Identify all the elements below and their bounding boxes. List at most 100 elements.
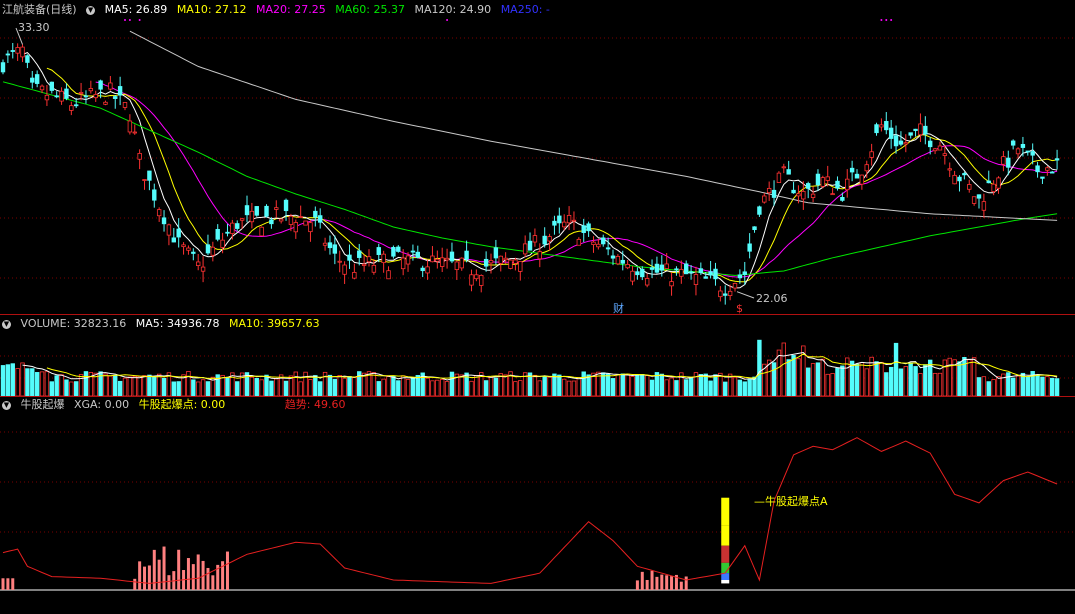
candle: [342, 264, 347, 275]
xga-bar: [679, 581, 683, 590]
volume-bar: [176, 381, 181, 397]
volume-bar: [64, 379, 69, 397]
candle: [835, 180, 840, 189]
volume-bar: [810, 363, 816, 397]
volume-bar: [893, 342, 899, 397]
xga-bar: [186, 558, 190, 590]
candle: [674, 268, 679, 271]
volume-bar: [249, 376, 255, 397]
volume-bar: [981, 376, 987, 397]
candle: [967, 184, 972, 190]
volume-bar: [5, 364, 11, 397]
finance-event-marker[interactable]: 财: [613, 301, 630, 317]
candle: [1025, 150, 1030, 153]
candle: [405, 255, 411, 265]
candle: [601, 237, 606, 245]
xga-bar: [1, 578, 5, 590]
candle: [918, 123, 923, 136]
volume-bar: [703, 373, 708, 397]
candle: [376, 247, 381, 255]
candle: [596, 243, 601, 248]
candle: [1030, 151, 1035, 156]
xga-bar: [211, 575, 215, 590]
volume-bar: [947, 357, 952, 397]
collapse-icon[interactable]: ▼: [86, 5, 96, 15]
candle: [454, 261, 460, 270]
volume-bar: [235, 381, 240, 397]
candle: [108, 82, 113, 90]
price-legend: 江航装备(日线) ▼ MA5: 26.89 MA10: 27.12 MA20: …: [2, 2, 556, 18]
volume-bar: [415, 375, 420, 397]
candle: [215, 229, 220, 240]
high-price-label: 33.30: [18, 21, 50, 34]
candle: [361, 263, 367, 266]
candle: [1035, 165, 1040, 173]
candle: [825, 176, 830, 181]
volume-bar: [113, 374, 118, 397]
candle: [688, 271, 694, 274]
candle: [986, 180, 991, 184]
volume-bar: [562, 378, 567, 397]
candle: [49, 81, 54, 91]
xga-bar: [665, 575, 669, 590]
signal-bar: [721, 562, 730, 574]
candle: [200, 266, 206, 272]
candle: [239, 218, 245, 221]
collapse-icon[interactable]: ▼: [2, 400, 11, 410]
candle: [0, 62, 6, 73]
candle: [913, 128, 918, 131]
stock-chart[interactable]: [0, 0, 1075, 614]
xga-bar: [191, 564, 195, 590]
candle: [898, 140, 904, 145]
volume-bar: [747, 379, 752, 397]
point-label: 牛股起爆点: 0.00: [138, 398, 226, 411]
candle: [10, 50, 15, 52]
volume-bar: [161, 377, 167, 397]
candle: [923, 125, 928, 135]
candle: [527, 240, 533, 251]
xga-bar: [147, 565, 151, 590]
indicator-name: 牛股起爆: [20, 398, 65, 411]
volume-bar: [513, 381, 518, 397]
candle: [269, 219, 274, 225]
candle: [113, 96, 118, 99]
volume-bar: [430, 380, 435, 397]
candle: [459, 257, 464, 269]
candle: [137, 153, 142, 160]
volume-bar: [108, 375, 113, 397]
candle: [791, 189, 796, 194]
candle: [186, 247, 191, 251]
volume-bar: [644, 375, 650, 397]
volume-bar: [405, 379, 411, 397]
candle: [225, 231, 230, 234]
candle: [503, 257, 508, 261]
volume-bar: [435, 379, 440, 397]
volume-bar: [620, 373, 625, 397]
candle: [220, 239, 225, 248]
volume-bar: [518, 380, 523, 397]
volume-bar: [557, 374, 562, 397]
volume-bar: [474, 375, 479, 397]
candle: [557, 215, 562, 224]
volume-ma5-label: MA5: 34936.78: [135, 317, 220, 330]
volume-bar: [932, 372, 938, 397]
volume-bar: [381, 378, 386, 397]
volume-bar: [874, 361, 879, 397]
candle: [293, 222, 298, 233]
volume-bar: [200, 379, 206, 397]
collapse-icon[interactable]: ▼: [2, 319, 11, 329]
volume-bar: [898, 368, 904, 397]
volume-bar: [1035, 374, 1040, 397]
candle: [122, 102, 128, 108]
candle: [381, 253, 386, 264]
signal-bar: [721, 580, 730, 584]
candle: [1054, 158, 1060, 161]
volume-bar: [1006, 372, 1011, 397]
volume-bar: [908, 362, 913, 397]
volume-bar: [444, 381, 450, 397]
candle: [1050, 171, 1055, 174]
candle: [103, 101, 108, 105]
candle: [718, 290, 723, 298]
low-arrow: [736, 291, 755, 299]
dividend-event-marker[interactable]: $: [736, 301, 749, 317]
